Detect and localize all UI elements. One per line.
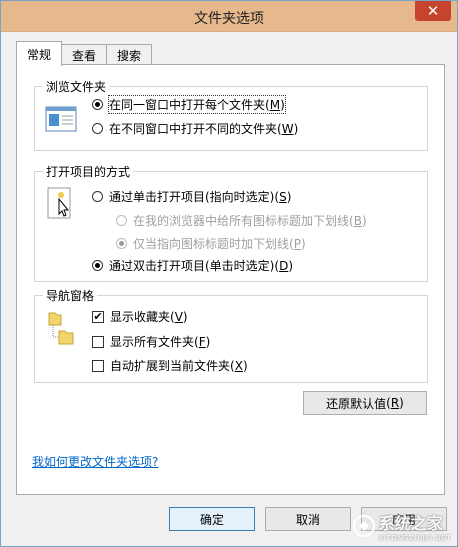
pointer-icon xyxy=(47,187,71,219)
radio-single-click-indicator[interactable] xyxy=(92,191,103,202)
radio-single-click[interactable]: 通过单击打开项目(指向时选定)(S) xyxy=(92,188,291,205)
watermark: 系统之家 XITONGZHIJIA.NET xyxy=(352,510,451,542)
click-items-group: 打开项目的方式 通过单击打开项目(指向时选定)(S) 在我的浏览器中给所有图标标… xyxy=(34,163,428,282)
radio-underline-all-label: 在我的浏览器中给所有图标标题加下划线(B) xyxy=(133,214,367,228)
radio-double-click-label: 通过双击打开项目(单击时选定)(D) xyxy=(109,259,293,273)
radio-double-click-indicator[interactable] xyxy=(92,260,103,271)
close-button[interactable]: ✕ xyxy=(415,1,451,21)
ok-button[interactable]: 确定 xyxy=(169,507,255,531)
radio-underline-all[interactable]: 在我的浏览器中给所有图标标题加下划线(B) xyxy=(116,212,367,229)
tab-view[interactable]: 查看 xyxy=(61,44,108,65)
help-link[interactable]: 我如何更改文件夹选项? xyxy=(32,453,158,470)
radio-same-window-label: 在同一窗口中打开每个文件夹(M) xyxy=(108,95,286,114)
browse-folders-group: 浏览文件夹 在同一窗口中打开每个文件夹(M) 在不同窗口中打开不同的文件夹(W) xyxy=(34,78,428,151)
checkbox-show-favorites[interactable]: ✔ 显示收藏夹(V) xyxy=(92,308,188,325)
window-icon xyxy=(45,106,77,132)
watermark-subtext: XITONGZHIJIA.NET xyxy=(378,534,451,542)
radio-same-window-indicator[interactable] xyxy=(92,99,103,110)
radio-underline-all-indicator[interactable] xyxy=(116,215,127,226)
checkbox-show-all-folders-label: 显示所有文件夹(F) xyxy=(110,335,211,349)
checkbox-show-favorites-label: 显示收藏夹(V) xyxy=(110,310,188,324)
folder-tree-icon xyxy=(48,312,74,345)
radio-different-window[interactable]: 在不同窗口中打开不同的文件夹(W) xyxy=(92,120,298,137)
restore-defaults-shortcut: R xyxy=(390,396,400,410)
radio-same-window[interactable]: 在同一窗口中打开每个文件夹(M) xyxy=(92,95,286,114)
radio-underline-on-hover-label: 仅当指向图标标题时加下划线(P) xyxy=(133,237,306,251)
radio-different-window-indicator[interactable] xyxy=(92,123,103,134)
close-icon: ✕ xyxy=(426,2,440,20)
radio-underline-on-hover[interactable]: 仅当指向图标标题时加下划线(P) xyxy=(116,235,306,252)
watermark-logo-icon xyxy=(352,515,375,537)
checkbox-show-all-folders-box[interactable] xyxy=(92,335,104,348)
radio-underline-on-hover-indicator[interactable] xyxy=(116,238,127,249)
navigation-pane-group: 导航窗格 ✔ 显示收藏夹(V) 显示所有文件夹(F) 自动扩展到当前文件夹(X) xyxy=(34,287,428,383)
click-items-title: 打开项目的方式 xyxy=(43,163,134,180)
folder-options-window: 文件夹选项 ✕ 常规 查看 搜索 浏览文件夹 在同一窗口中打开每个文件夹(M) xyxy=(0,0,458,547)
checkbox-auto-expand[interactable]: 自动扩展到当前文件夹(X) xyxy=(92,357,248,374)
title-bar[interactable]: 文件夹选项 ✕ xyxy=(1,1,457,32)
tab-general[interactable]: 常规 xyxy=(16,41,63,66)
watermark-text: 系统之家 xyxy=(378,514,443,533)
radio-double-click[interactable]: 通过双击打开项目(单击时选定)(D) xyxy=(92,257,293,274)
checkbox-show-favorites-box[interactable]: ✔ xyxy=(92,310,104,323)
restore-defaults-button[interactable]: 还原默认值(R) xyxy=(303,391,427,415)
tab-strip: 常规 查看 搜索 xyxy=(16,41,153,66)
cancel-button[interactable]: 取消 xyxy=(265,507,351,531)
checkbox-auto-expand-box[interactable] xyxy=(92,359,104,372)
tab-search[interactable]: 搜索 xyxy=(106,44,153,65)
radio-different-window-label: 在不同窗口中打开不同的文件夹(W) xyxy=(109,122,299,136)
restore-defaults-label: 还原默认值 xyxy=(326,396,387,411)
checkbox-show-all-folders[interactable]: 显示所有文件夹(F) xyxy=(92,333,210,350)
window-title: 文件夹选项 xyxy=(194,11,264,27)
browse-folders-title: 浏览文件夹 xyxy=(43,78,110,95)
navigation-pane-title: 导航窗格 xyxy=(43,287,98,304)
general-tab-panel: 浏览文件夹 在同一窗口中打开每个文件夹(M) 在不同窗口中打开不同的文件夹(W)… xyxy=(16,64,445,495)
radio-single-click-label: 通过单击打开项目(指向时选定)(S) xyxy=(109,190,292,204)
checkbox-auto-expand-label: 自动扩展到当前文件夹(X) xyxy=(110,359,248,373)
